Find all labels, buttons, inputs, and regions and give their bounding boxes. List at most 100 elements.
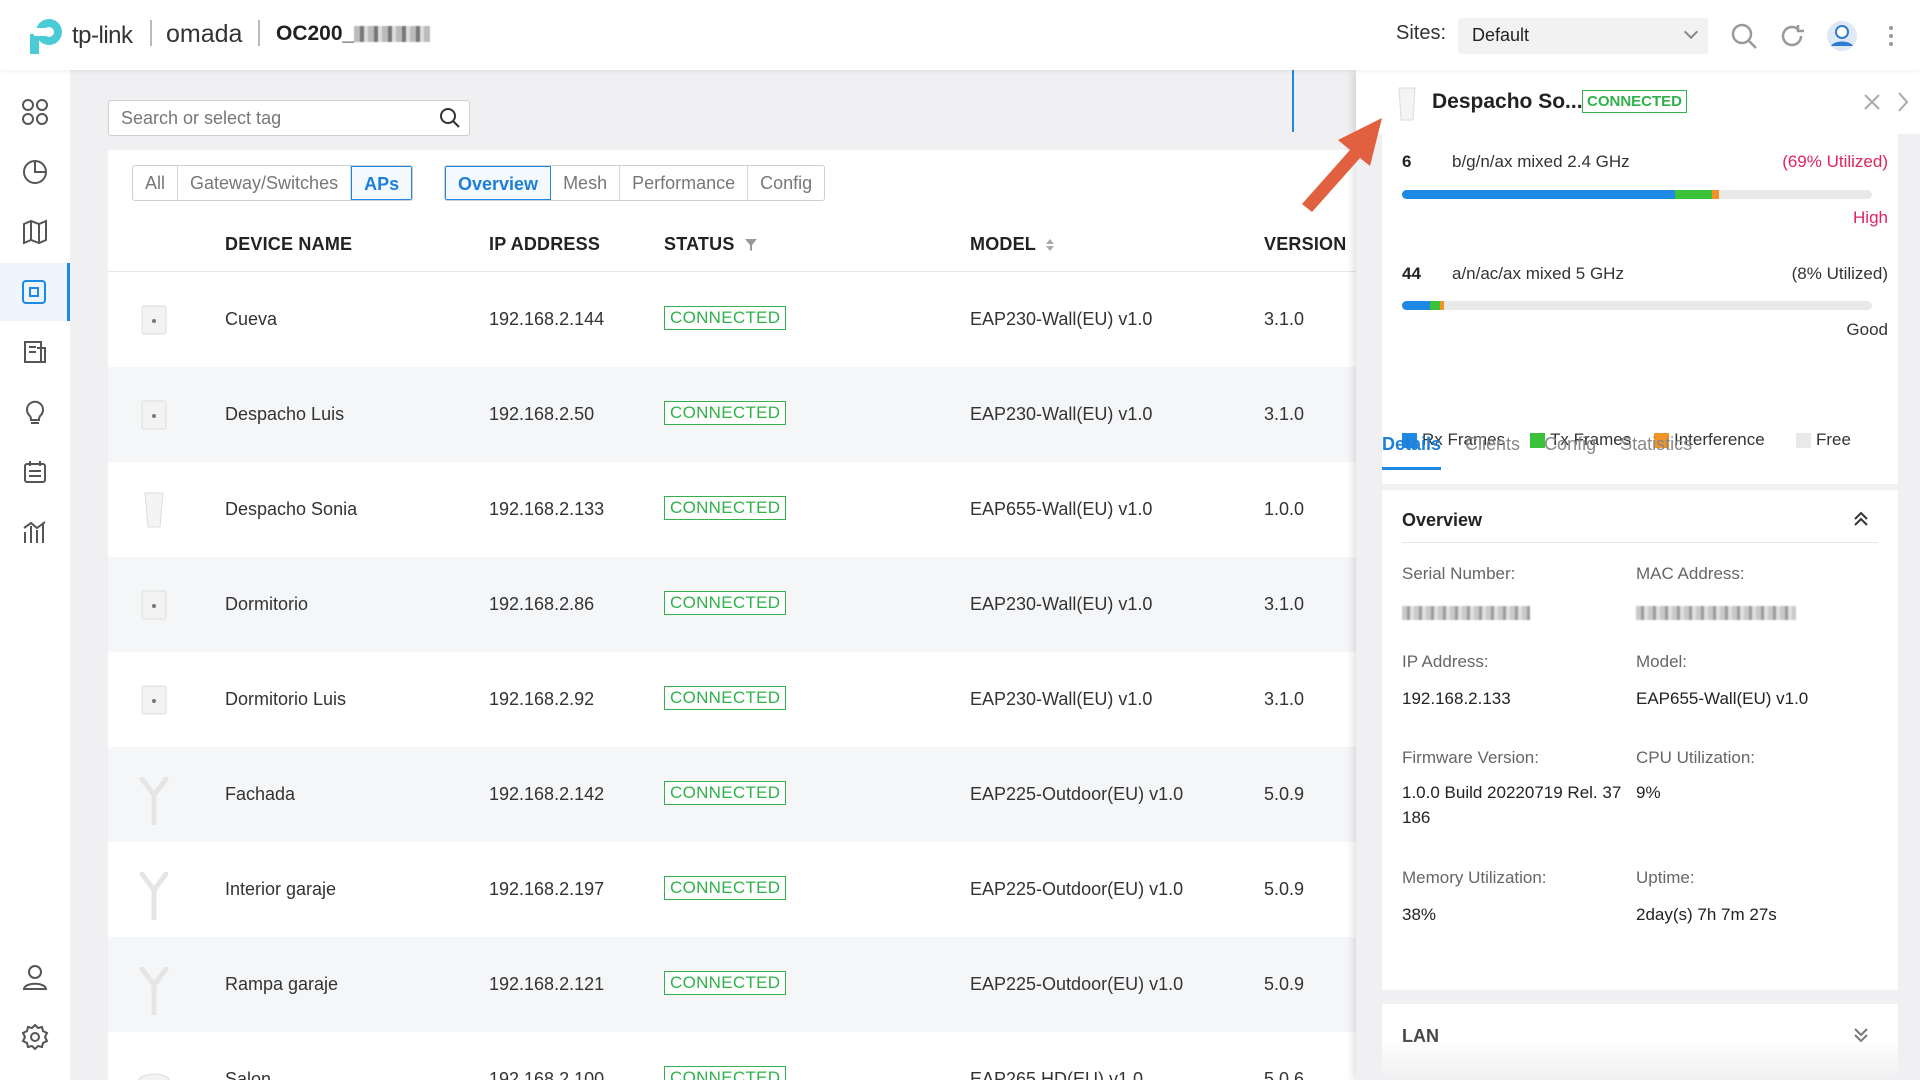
table-row[interactable]: Fachada 192.168.2.142 CONNECTED EAP225-Outd… bbox=[108, 747, 1358, 842]
redacted-mac-value bbox=[1636, 606, 1796, 620]
device-name-cell[interactable]: Cueva bbox=[225, 309, 277, 330]
tab-clients[interactable]: Clients bbox=[1465, 434, 1520, 470]
device-name-cell[interactable]: Dormitorio Luis bbox=[225, 689, 346, 710]
devices-icon bbox=[21, 280, 46, 304]
dashboard-icon bbox=[22, 99, 48, 125]
firmware-label: Firmware Version: bbox=[1402, 748, 1539, 767]
ip-cell: 192.168.2.92 bbox=[489, 689, 595, 709]
filter-icon[interactable] bbox=[744, 238, 758, 252]
ip-label: IP Address: bbox=[1402, 652, 1489, 671]
version-cell: 1.0.0 bbox=[1264, 499, 1305, 519]
column-ip-address[interactable]: IP ADDRESS bbox=[489, 234, 600, 255]
column-status[interactable]: STATUS bbox=[664, 234, 758, 255]
status-badge: CONNECTED bbox=[664, 591, 787, 615]
search-icon[interactable] bbox=[439, 107, 461, 129]
omada-brand: omada bbox=[166, 20, 243, 48]
cpu-value: 9% bbox=[1636, 783, 1661, 802]
tab-statistics[interactable]: Statistics bbox=[1620, 434, 1692, 470]
table-row[interactable]: Rampa garaje 192.168.2.121 CONNECTED EAP225… bbox=[108, 937, 1358, 1032]
device-name-cell[interactable]: Despacho Sonia bbox=[225, 499, 357, 520]
model-cell: EAP230-Wall(EU) v1.0 bbox=[970, 404, 1153, 424]
column-version[interactable]: VERSION bbox=[1264, 234, 1346, 255]
overview-card: Overview Serial Number: MAC Address: IP … bbox=[1382, 490, 1898, 990]
refresh-icon[interactable] bbox=[1776, 20, 1808, 52]
table-row[interactable]: Despacho Sonia 192.168.2.133 CONNECTED EAP6… bbox=[108, 462, 1358, 557]
nav-reports[interactable] bbox=[0, 443, 70, 501]
model-cell: EAP225-Outdoor(EU) v1.0 bbox=[970, 879, 1184, 899]
bar-segment-interference bbox=[1439, 301, 1445, 310]
nav-analytics[interactable] bbox=[0, 503, 70, 561]
bar-segment-tx bbox=[1674, 190, 1713, 199]
column-model[interactable]: MODEL bbox=[970, 234, 1055, 255]
status-badge: CONNECTED bbox=[664, 1066, 787, 1080]
wall-ap-icon bbox=[136, 302, 172, 338]
tab-details[interactable]: Details bbox=[1382, 434, 1442, 470]
ip-value: 192.168.2.133 bbox=[1402, 689, 1511, 708]
nav-statistics[interactable] bbox=[0, 143, 70, 201]
device-name-cell[interactable]: Interior garaje bbox=[225, 879, 336, 900]
model-cell: EAP655-Wall(EU) v1.0 bbox=[970, 499, 1153, 519]
version-cell: 3.1.0 bbox=[1264, 309, 1305, 329]
settings-icon bbox=[21, 1023, 49, 1051]
filter-gateway-switches[interactable]: Gateway/Switches bbox=[178, 166, 352, 200]
nav-dashboard[interactable] bbox=[0, 83, 70, 141]
tab-mesh[interactable]: Mesh bbox=[551, 166, 621, 200]
panel-device-title: Despacho So... bbox=[1432, 90, 1583, 113]
chevron-double-up-icon[interactable] bbox=[1852, 510, 1870, 528]
device-name-cell[interactable]: Rampa garaje bbox=[225, 974, 338, 995]
table-row[interactable]: Dormitorio Luis 192.168.2.92 CONNECTED EAP2… bbox=[108, 652, 1358, 747]
radio-utilization-card: 6 b/g/n/ax mixed 2.4 GHz (69% Utilized) … bbox=[1382, 134, 1898, 484]
device-name-cell[interactable]: Despacho Luis bbox=[225, 404, 344, 425]
legend-free: Free bbox=[1796, 430, 1851, 450]
device-detail-panel: Despacho So... CONNECTED 6 b/g/n/ax mixe… bbox=[1356, 70, 1920, 1080]
tab-config[interactable]: Config bbox=[1544, 434, 1596, 470]
more-vertical-icon[interactable] bbox=[1884, 20, 1898, 52]
table-row[interactable]: Cueva 192.168.2.144 CONNECTED EAP230-Wall(E… bbox=[108, 272, 1358, 367]
tab-performance[interactable]: Performance bbox=[620, 166, 749, 200]
wall-ap-icon bbox=[136, 397, 172, 433]
radio-24-mode: b/g/n/ax mixed 2.4 GHz bbox=[1452, 152, 1630, 171]
nav-account[interactable] bbox=[0, 948, 70, 1006]
filter-aps[interactable]: APs bbox=[351, 166, 413, 200]
account-icon bbox=[22, 965, 48, 990]
table-row[interactable]: Interior garaje 192.168.2.197 CONNECTED EAP… bbox=[108, 842, 1358, 937]
wall-ap-tall-icon bbox=[136, 492, 172, 528]
nav-map[interactable] bbox=[0, 203, 70, 261]
table-row[interactable]: Despacho Luis 192.168.2.50 CONNECTED EAP230… bbox=[108, 367, 1358, 462]
table-row[interactable]: Salon 192.168.2.100 CONNECTED EAP265 HD(EU)… bbox=[108, 1032, 1358, 1080]
sort-icon[interactable] bbox=[1045, 237, 1055, 253]
column-device-name[interactable]: DEVICE NAME bbox=[225, 234, 352, 255]
table-row[interactable]: Dormitorio 192.168.2.86 CONNECTED EAP230-Wa… bbox=[108, 557, 1358, 652]
uptime-label: Uptime: bbox=[1636, 868, 1695, 887]
chevron-down-icon bbox=[1683, 24, 1699, 40]
header-divider bbox=[150, 20, 152, 46]
tab-config[interactable]: Config bbox=[748, 166, 825, 200]
version-cell: 5.0.6 bbox=[1264, 1069, 1305, 1080]
header-divider bbox=[258, 20, 260, 46]
nav-settings[interactable] bbox=[0, 1008, 70, 1066]
radio-5-utilization: (8% Utilized) bbox=[1791, 264, 1888, 283]
divider bbox=[1402, 542, 1878, 543]
ip-cell: 192.168.2.144 bbox=[489, 309, 605, 329]
tab-overview[interactable]: Overview bbox=[445, 166, 552, 200]
device-name-cell[interactable]: Dormitorio bbox=[225, 594, 308, 615]
user-avatar-icon[interactable] bbox=[1826, 20, 1858, 52]
chevron-right-icon[interactable] bbox=[1896, 90, 1910, 114]
version-cell: 5.0.9 bbox=[1264, 974, 1305, 994]
site-select[interactable]: Default bbox=[1458, 18, 1708, 54]
device-name-cell[interactable]: Fachada bbox=[225, 784, 295, 805]
status-badge: CONNECTED bbox=[664, 686, 787, 710]
nav-logs[interactable] bbox=[0, 323, 70, 381]
radio-5-mode: a/n/ac/ax mixed 5 GHz bbox=[1452, 264, 1624, 283]
search-input[interactable] bbox=[109, 101, 429, 135]
device-name-cell[interactable]: Salon bbox=[225, 1069, 271, 1080]
memory-value: 38% bbox=[1402, 905, 1437, 924]
model-label: Model: bbox=[1636, 652, 1688, 671]
version-cell: 3.1.0 bbox=[1264, 689, 1305, 709]
nav-devices[interactable] bbox=[0, 263, 70, 321]
close-icon[interactable] bbox=[1862, 92, 1882, 112]
left-navigation bbox=[0, 70, 70, 1080]
search-icon[interactable] bbox=[1728, 20, 1760, 52]
nav-insight[interactable] bbox=[0, 383, 70, 441]
filter-all[interactable]: All bbox=[133, 166, 179, 200]
